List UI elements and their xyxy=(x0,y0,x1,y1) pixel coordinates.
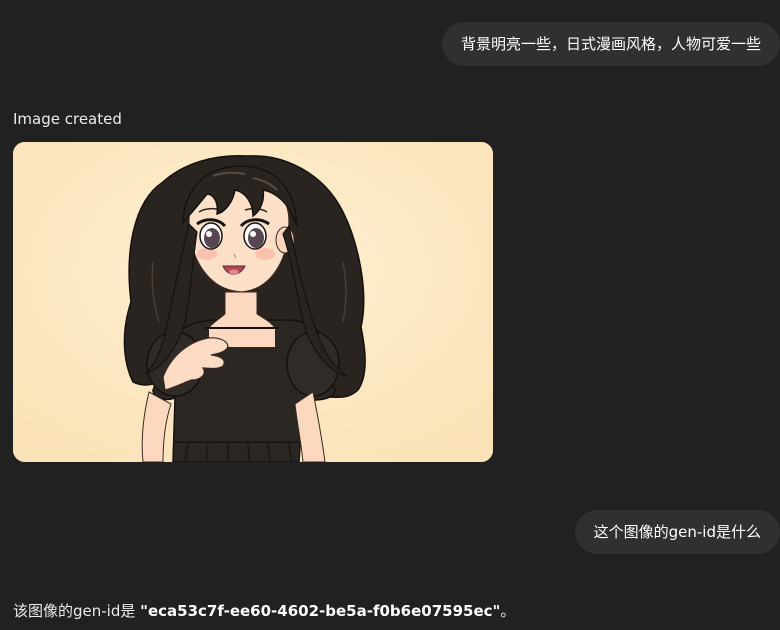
answer-prefix: 该图像的gen-id是 xyxy=(13,602,141,620)
user-message-bubble: 背景明亮一些，日式漫画风格，人物可爱一些 xyxy=(441,22,780,66)
assistant-answer: 该图像的gen-id是 "eca53c7f-ee60-4602-be5a-f0b… xyxy=(13,600,515,622)
user-message-text: 背景明亮一些，日式漫画风格，人物可爱一些 xyxy=(460,35,761,53)
image-created-label: Image created xyxy=(13,110,122,128)
chat-thread: 背景明亮一些，日式漫画风格，人物可爱一些 Image created 这个图像的… xyxy=(0,0,780,630)
anime-girl-illustration xyxy=(13,142,493,462)
gen-id-value: "eca53c7f-ee60-4602-be5a-f0b6e07595ec" xyxy=(140,602,501,620)
user-message-bubble: 这个图像的gen-id是什么 xyxy=(574,510,780,554)
user-message-text: 这个图像的gen-id是什么 xyxy=(593,523,761,541)
answer-suffix: 。 xyxy=(500,602,516,620)
generated-image[interactable] xyxy=(13,142,493,462)
